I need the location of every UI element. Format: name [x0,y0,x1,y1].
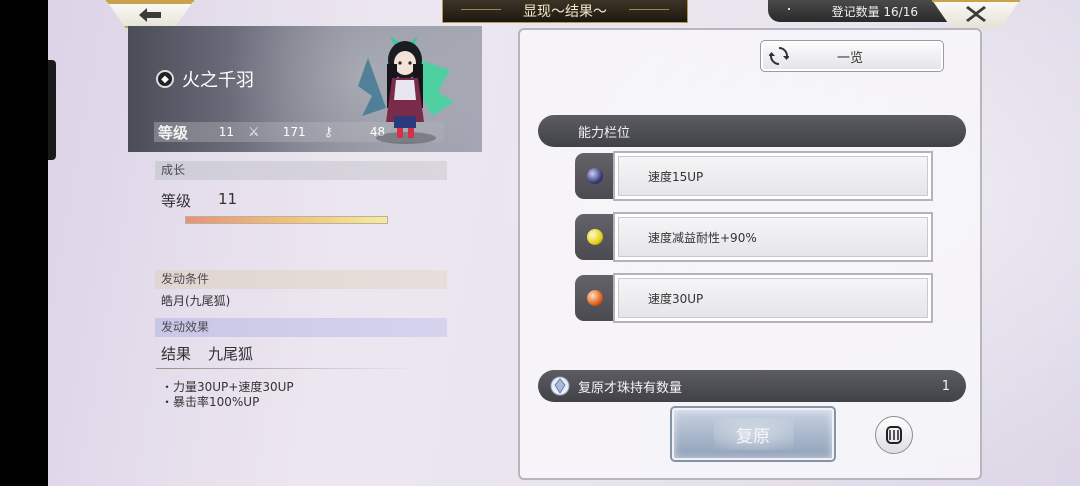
ability-slot-header-label: 能力栏位 [578,125,631,141]
ability-slot-2-body: 速度减益耐性+90% [613,212,933,262]
sword-icon: ⚔ [248,124,260,140]
effect-result-value: 九尾狐 [208,345,254,363]
ability-slot-1[interactable]: 速度15UP [575,151,933,201]
character-name-row: ◆ 火之千羽 [156,66,254,92]
restore-button[interactable]: 复原 [672,408,834,460]
close-x-icon [966,6,986,22]
count-dot [788,8,790,10]
ability-slot-1-body: 速度15UP [613,151,933,201]
effect-divider [156,368,416,369]
growth-section-header: 成长 [155,161,447,180]
level-progress-bar [185,216,388,224]
back-button-trim [106,0,194,2]
ornament-icon [886,426,902,444]
attack-value: 171 [282,125,306,139]
orb-count-label: 复原才珠持有数量 [578,380,683,396]
gem-blue-icon [587,168,603,184]
orb-count-value: 1 [941,378,950,394]
effect-line-2: ・暴击率100%UP [161,395,260,409]
ability-slot-3-label: 速度30UP [648,291,704,306]
arrow-left-icon [139,8,161,22]
close-button-trim [932,0,1020,2]
ability-slot-3-body: 速度30UP [613,273,933,323]
key-icon: ⚷ [323,124,334,140]
ability-slot-3[interactable]: 速度30UP [575,273,933,323]
orb-count-bar: 复原才珠持有数量 1 [538,370,966,402]
ability-slot-1-label: 速度15UP [648,169,704,184]
restore-button-label: 复原 [736,426,770,447]
screen-title-text: 显现～结果～ [523,4,607,20]
registration-count: 登记数量 16/16 [831,4,918,19]
effect-section-header: 发动效果 [155,318,447,337]
ability-slot-header: 能力栏位 [538,115,966,147]
gem-yellow-icon [587,229,603,245]
gem-orange-icon [587,290,603,306]
crystal-orb-icon [550,376,570,396]
growth-level-label: 等级 [161,192,192,210]
list-button-label: 一览 [837,50,864,66]
condition-section-header: 发动条件 [155,270,447,289]
list-button[interactable]: 一览 [760,40,944,72]
character-name: 火之千羽 [182,70,254,91]
close-button[interactable] [932,0,1020,28]
condition-text: 皓月(九尾狐) [161,294,231,308]
back-button[interactable] [106,0,194,28]
ability-slot-2-label: 速度减益耐性+90% [648,230,757,245]
edge-tab [48,60,56,160]
growth-level-value: 11 [218,190,238,208]
screen-title: 显现～结果～ [442,0,688,23]
ability-slot-2[interactable]: 速度减益耐性+90% [575,212,933,262]
effect-result-label: 结果 [161,345,192,363]
refresh-icon [769,47,789,65]
level-label: 等级 [158,123,189,142]
level-value: 11 [218,125,235,139]
ornament-button[interactable] [875,416,913,454]
game-screen: 显现～结果～ 登记数量 16/16 ◆ 火之千羽 等级 11 ⚔ 171 ⚷ 4… [48,0,1080,486]
character-portrait [358,36,454,144]
element-emblem-icon: ◆ [156,70,174,88]
